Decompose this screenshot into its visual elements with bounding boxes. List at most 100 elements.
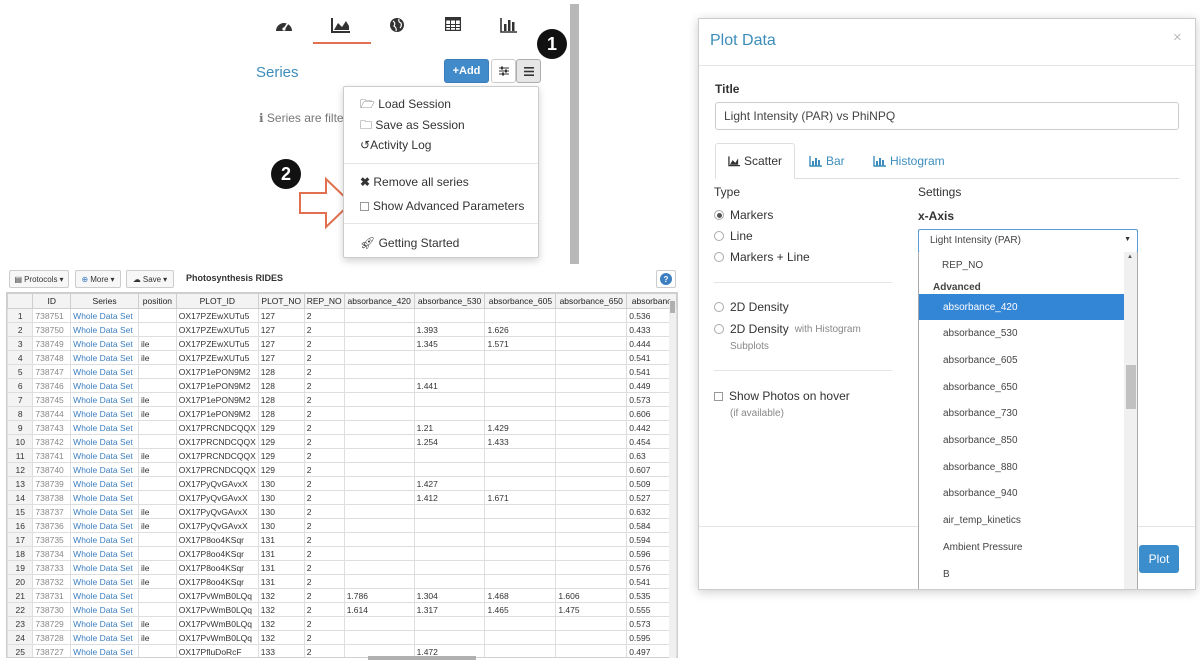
plot-title-input[interactable]: Light Intensity (PAR) vs PhiNPQ — [715, 102, 1179, 130]
table-cell[interactable] — [555, 546, 628, 561]
table-cell[interactable]: ile — [137, 560, 177, 575]
table-cell[interactable]: OX17PyQvGAvxX — [175, 490, 259, 505]
column-header[interactable]: absorbance_650 — [555, 293, 628, 309]
table-cell[interactable] — [555, 630, 628, 645]
table-cell[interactable] — [555, 434, 628, 449]
panel-scrollbar[interactable] — [570, 4, 579, 264]
table-cell[interactable] — [343, 560, 415, 575]
table-cell[interactable]: ile — [137, 630, 177, 645]
column-header[interactable]: PLOT_ID — [175, 293, 259, 309]
table-cell[interactable]: ile — [137, 504, 177, 519]
table-cell[interactable] — [555, 560, 628, 575]
radio-markers[interactable]: Markers — [714, 208, 773, 222]
table-cell[interactable] — [343, 350, 415, 365]
table-row[interactable]: 25 738727 Whole Data Set OX17PfluDoRcF 133 2 1… — [7, 644, 677, 657]
table-cell[interactable] — [555, 504, 628, 519]
table-row[interactable]: 14 738738 Whole Data Set OX17PyQvGAvxX 130 2 1… — [7, 490, 677, 505]
table-cell[interactable]: Whole Data Set — [70, 406, 139, 421]
table-cell[interactable] — [137, 588, 177, 603]
table-cell[interactable]: Whole Data Set — [70, 448, 139, 463]
grid-horizontal-scroll-thumb[interactable] — [368, 656, 476, 660]
table-cell[interactable]: 2 — [303, 532, 345, 547]
table-cell[interactable]: ile — [137, 392, 177, 407]
table-cell[interactable]: 738730 — [32, 602, 72, 617]
table-cell[interactable]: 738743 — [32, 420, 72, 435]
table-cell[interactable]: 738736 — [32, 518, 72, 533]
table-row[interactable]: 12 738740 Whole Data Set ile OX17PRCNDCQQX 12… — [7, 462, 677, 477]
table-cell[interactable]: Whole Data Set — [70, 644, 139, 657]
table-cell[interactable]: 2 — [303, 406, 345, 421]
column-header[interactable]: ID — [32, 293, 72, 309]
table-cell[interactable] — [484, 350, 557, 365]
x-axis-select[interactable]: Light Intensity (PAR) ▼ — [918, 229, 1138, 253]
close-icon[interactable]: × — [1173, 29, 1182, 46]
table-cell[interactable] — [555, 350, 628, 365]
table-cell[interactable] — [137, 420, 177, 435]
table-cell[interactable] — [555, 378, 628, 393]
table-cell[interactable]: 2 — [303, 378, 345, 393]
table-icon[interactable] — [444, 16, 469, 35]
table-cell[interactable] — [137, 476, 177, 491]
table-cell[interactable] — [484, 532, 557, 547]
table-row[interactable]: 13 738739 Whole Data Set OX17PyQvGAvxX 130 2 1… — [7, 476, 677, 491]
table-cell[interactable] — [137, 644, 177, 657]
column-header[interactable]: REP_NO — [303, 293, 345, 309]
table-cell[interactable] — [484, 560, 557, 575]
column-header[interactable]: position — [137, 293, 177, 309]
menu-item-save-session[interactable]: 🗀 Save as Session — [360, 116, 465, 137]
table-row[interactable]: 1 738751 Whole Data Set OX17PZEwXUTu5 127 2 0.… — [7, 308, 677, 323]
table-cell[interactable] — [343, 448, 415, 463]
table-cell[interactable]: Whole Data Set — [70, 378, 139, 393]
table-cell[interactable] — [343, 546, 415, 561]
table-cell[interactable]: 2 — [303, 630, 345, 645]
table-cell[interactable]: 1.606 — [555, 588, 628, 603]
table-cell[interactable]: 1.671 — [484, 490, 557, 505]
table-cell[interactable] — [555, 518, 628, 533]
table-cell[interactable]: 2 — [303, 434, 345, 449]
table-cell[interactable]: 1.433 — [484, 434, 557, 449]
radio-line[interactable]: Line — [714, 229, 753, 243]
table-cell[interactable]: Whole Data Set — [70, 560, 139, 575]
table-cell[interactable]: 132 — [257, 630, 305, 645]
list-scroll-thumb[interactable] — [1126, 365, 1136, 409]
checkbox-icon[interactable] — [714, 391, 723, 401]
table-cell[interactable] — [484, 406, 557, 421]
table-cell[interactable] — [137, 532, 177, 547]
table-cell[interactable]: Whole Data Set — [70, 602, 139, 617]
table-cell[interactable]: 738746 — [32, 378, 72, 393]
menu-button[interactable] — [516, 59, 541, 83]
table-cell[interactable] — [343, 462, 415, 477]
table-cell[interactable] — [484, 546, 557, 561]
table-cell[interactable] — [484, 476, 557, 491]
table-cell[interactable]: OX17P1ePON9M2 — [175, 378, 259, 393]
table-cell[interactable] — [484, 616, 557, 631]
table-cell[interactable]: 1.441 — [413, 378, 486, 393]
table-cell[interactable] — [137, 546, 177, 561]
table-row[interactable]: 9 738743 Whole Data Set OX17PRCNDCQQX 129 2 1.… — [7, 420, 677, 435]
protocols-button[interactable]: ▤ Protocols ▾ — [9, 270, 69, 288]
table-cell[interactable]: OX17PvWmB0LQq — [175, 616, 259, 631]
data-grid[interactable]: ID Series position PLOT_ID PLOT_NO REP_NO abso… — [6, 292, 678, 658]
table-cell[interactable] — [343, 364, 415, 379]
table-row[interactable]: 19 738733 Whole Data Set ile OX17P8oo4KSqr 13… — [7, 560, 677, 575]
x-axis-option[interactable]: absorbance_650 — [919, 374, 1124, 400]
table-cell[interactable] — [343, 406, 415, 421]
table-cell[interactable]: 1.786 — [343, 588, 415, 603]
save-button[interactable]: ☁ Save ▾ — [126, 270, 174, 288]
table-row[interactable]: 16 738736 Whole Data Set ile OX17PyQvGAvxX 13… — [7, 518, 677, 533]
table-cell[interactable]: 738733 — [32, 560, 72, 575]
table-cell[interactable]: 2 — [303, 476, 345, 491]
table-cell[interactable] — [137, 322, 177, 337]
table-cell[interactable]: 1.345 — [413, 336, 486, 351]
tab-histogram[interactable]: Histogram — [861, 143, 957, 179]
table-cell[interactable]: Whole Data Set — [70, 392, 139, 407]
table-cell[interactable]: 738734 — [32, 546, 72, 561]
table-cell[interactable]: 2 — [303, 504, 345, 519]
table-cell[interactable]: 738729 — [32, 616, 72, 631]
table-row[interactable]: 11 738741 Whole Data Set ile OX17PRCNDCQQX 12… — [7, 448, 677, 463]
table-cell[interactable]: OX17P8oo4KSqr — [175, 560, 259, 575]
table-cell[interactable]: 738744 — [32, 406, 72, 421]
table-cell[interactable] — [413, 308, 486, 323]
table-cell[interactable]: 1.475 — [555, 602, 628, 617]
menu-item-remove-all[interactable]: ✖ Remove all series — [360, 175, 469, 189]
